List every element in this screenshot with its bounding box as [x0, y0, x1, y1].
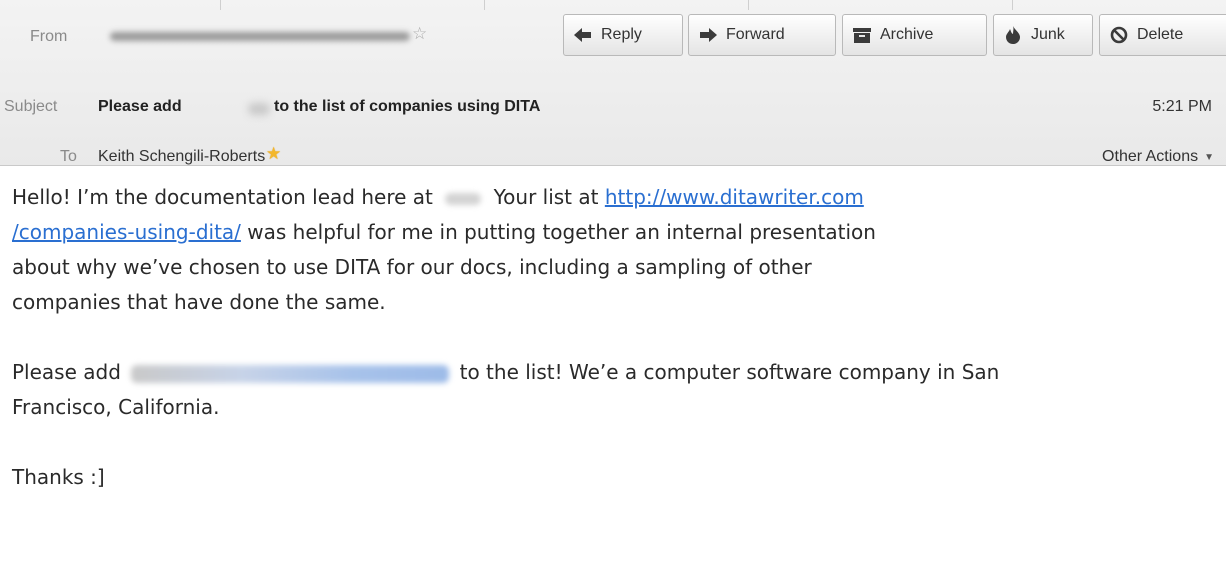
- organization-redacted: [445, 192, 482, 205]
- company-name-redacted: [131, 364, 450, 383]
- tab-divider: [748, 0, 749, 10]
- message-header: From ☆ Reply Forward Archive Junk Delete…: [0, 0, 1226, 166]
- body-text: Your list at: [493, 185, 599, 209]
- paragraph-thanks: Thanks :]: [12, 460, 1224, 495]
- link-text-part2[interactable]: /companies-using-dita/: [12, 220, 241, 244]
- reply-button[interactable]: Reply: [563, 14, 683, 56]
- archive-box-icon: [853, 26, 871, 44]
- delete-label: Delete: [1137, 26, 1184, 43]
- body-text: Hello! I’m the documentation lead here a…: [12, 185, 433, 209]
- message-time: 5:21 PM: [1152, 98, 1212, 115]
- body-line: companies that have done the same.: [12, 290, 386, 314]
- body-line: Hello! I’m the documentation lead here a…: [12, 180, 1224, 215]
- junk-label: Junk: [1031, 26, 1065, 43]
- star-filled-icon[interactable]: ★: [266, 144, 281, 164]
- delete-button[interactable]: Delete: [1099, 14, 1226, 56]
- chevron-down-icon: ▼: [1204, 151, 1214, 163]
- forward-arrow-icon: [699, 26, 717, 44]
- other-actions-label: Other Actions: [1102, 148, 1199, 165]
- subject-text-part2: to the list of companies using DITA: [274, 98, 541, 115]
- other-actions-menu[interactable]: Other Actions ▼: [1102, 148, 1214, 166]
- to-label: To: [60, 148, 77, 165]
- tab-strip: [0, 0, 1226, 10]
- body-line: Please add to the list! We’e a computer …: [12, 355, 1224, 390]
- companies-list-link[interactable]: http://www.ditawriter.com: [605, 185, 864, 209]
- delete-circle-icon: [1110, 26, 1128, 44]
- forward-button[interactable]: Forward: [688, 14, 836, 56]
- body-text: was helpful for me in putting together a…: [247, 220, 876, 244]
- reply-arrow-icon: [574, 26, 592, 44]
- body-text: to the list! We’e a computer software co…: [459, 360, 1000, 384]
- subject-text-part1: Please add: [98, 98, 182, 115]
- to-recipient[interactable]: Keith Schengili-Roberts: [98, 148, 265, 166]
- body-line: about why we’ve chosen to use DITA for o…: [12, 255, 812, 279]
- tab-divider: [484, 0, 485, 10]
- tab-divider: [1012, 0, 1013, 10]
- link-text-part1[interactable]: http://www.ditawriter.com: [605, 185, 864, 209]
- subject-redacted: [248, 103, 270, 115]
- archive-button[interactable]: Archive: [842, 14, 987, 56]
- junk-button[interactable]: Junk: [993, 14, 1093, 56]
- subject-label: Subject: [4, 98, 58, 115]
- tab-divider: [220, 0, 221, 10]
- body-text: Please add: [12, 360, 121, 384]
- reply-label: Reply: [601, 26, 642, 43]
- body-line: Thanks :]: [12, 465, 105, 489]
- paragraph-request: Please add to the list! We’e a computer …: [12, 355, 1224, 425]
- paragraph-intro: Hello! I’m the documentation lead here a…: [12, 180, 1224, 320]
- archive-label: Archive: [880, 26, 934, 43]
- message-body: Hello! I’m the documentation lead here a…: [12, 180, 1224, 530]
- message-toolbar: Reply Forward Archive Junk Delete: [0, 14, 1226, 56]
- body-line: /companies-using-dita/ was helpful for m…: [12, 215, 1224, 250]
- junk-flame-icon: [1004, 26, 1022, 44]
- forward-label: Forward: [726, 26, 785, 43]
- companies-list-link-cont[interactable]: /companies-using-dita/: [12, 220, 241, 244]
- body-line: Francisco, California.: [12, 395, 220, 419]
